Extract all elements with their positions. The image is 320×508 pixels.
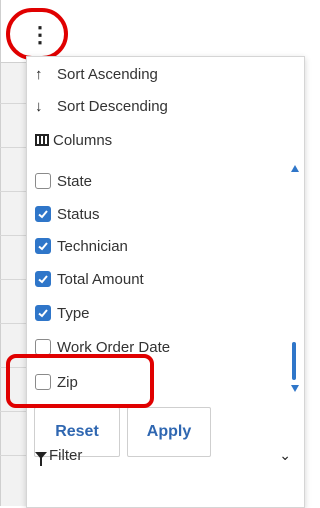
column-option-label: Total Amount <box>57 270 144 288</box>
checkbox[interactable] <box>35 339 51 355</box>
column-option-label: Status <box>57 205 100 223</box>
arrow-down-icon: ↓ <box>35 97 43 115</box>
scroll-down-arrow-icon[interactable] <box>291 385 299 392</box>
sort-descending-label: Sort Descending <box>57 97 168 115</box>
column-option-status[interactable]: Status <box>35 199 100 229</box>
arrow-up-icon: ↑ <box>35 65 43 83</box>
checkbox[interactable] <box>35 271 51 287</box>
filter-label: Filter <box>49 446 83 464</box>
check-icon <box>38 242 48 251</box>
column-option-type[interactable]: Type <box>35 298 90 328</box>
check-icon <box>38 309 48 318</box>
zip-highlight-annotation <box>6 354 154 408</box>
column-option-technician[interactable]: Technician <box>35 231 128 261</box>
checkbox[interactable] <box>35 305 51 321</box>
filter-item[interactable]: Filter ⌄ <box>35 440 295 470</box>
column-option-total-amount[interactable]: Total Amount <box>35 264 144 294</box>
checkbox[interactable] <box>35 173 51 189</box>
scrollbar-thumb[interactable] <box>292 342 296 380</box>
column-option-label: Type <box>57 304 90 322</box>
column-option-label: Technician <box>57 237 128 255</box>
kebab-highlight-annotation <box>6 8 68 60</box>
column-option-label: Work Order Date <box>57 338 171 356</box>
scroll-up-arrow-icon[interactable] <box>291 165 299 172</box>
columns-icon <box>35 134 49 146</box>
grid-column-divider <box>0 0 1 506</box>
check-icon <box>38 275 48 284</box>
chevron-down-icon[interactable]: ⌄ <box>279 447 291 464</box>
sort-ascending-item[interactable]: ↑ Sort Ascending <box>35 59 158 89</box>
checkbox[interactable] <box>35 206 51 222</box>
column-menu: ↑ Sort Ascending ↓ Sort Descending Colum… <box>26 56 305 508</box>
column-option-state[interactable]: State <box>35 166 92 196</box>
funnel-icon <box>35 451 47 466</box>
column-option-label: State <box>57 172 93 190</box>
columns-item[interactable]: Columns <box>35 125 112 155</box>
sort-descending-item[interactable]: ↓ Sort Descending <box>35 91 168 121</box>
reset-button-label: Reset <box>55 423 99 440</box>
sort-ascending-label: Sort Ascending <box>57 65 158 83</box>
apply-button-label: Apply <box>146 423 192 440</box>
check-icon <box>38 210 48 219</box>
columns-label: Columns <box>53 131 113 149</box>
checkbox[interactable] <box>35 238 51 254</box>
